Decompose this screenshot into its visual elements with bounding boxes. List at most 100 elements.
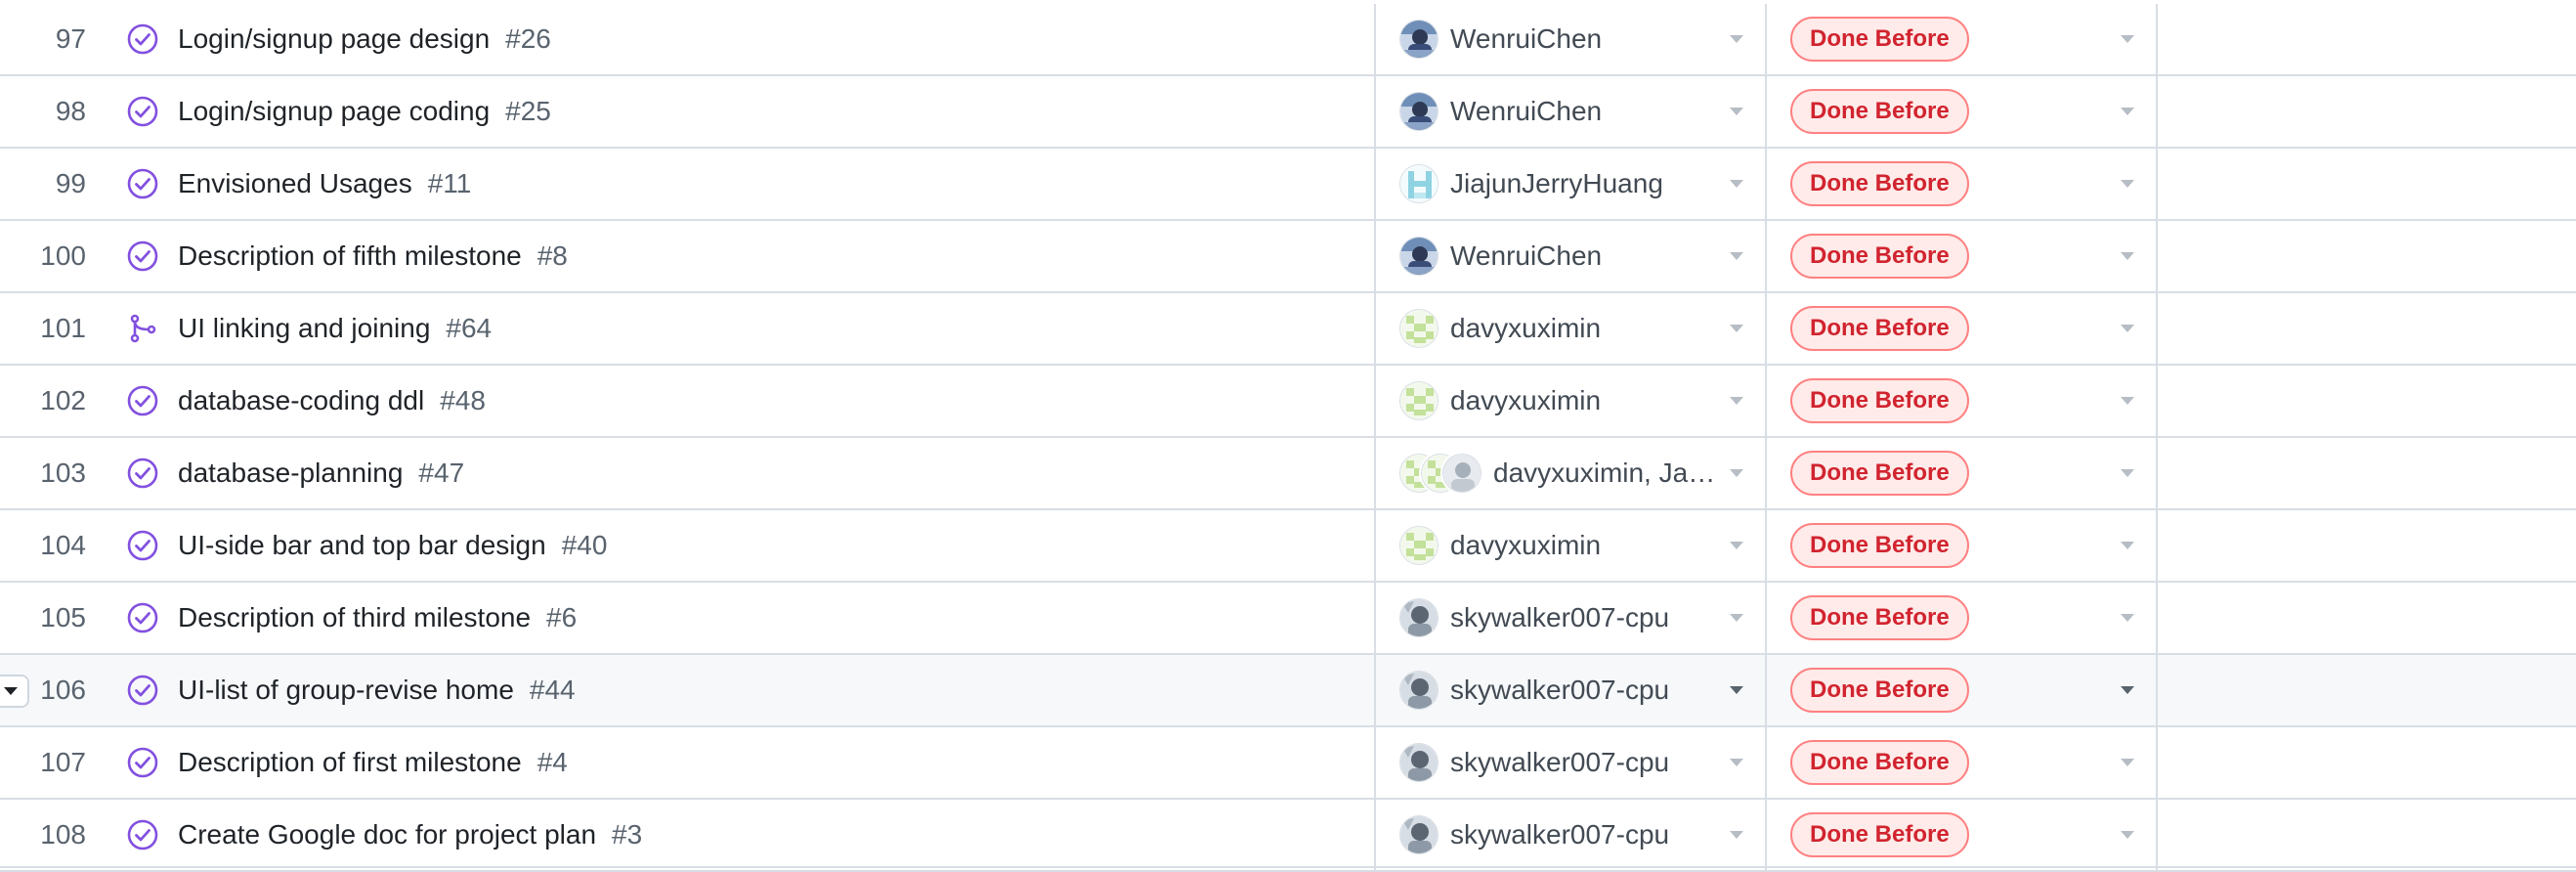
check-circle-icon bbox=[125, 383, 160, 418]
avatar-stack bbox=[1399, 381, 1438, 420]
item-title-link[interactable]: UI linking and joining bbox=[178, 313, 430, 344]
assignees-cell[interactable]: WenruiChen bbox=[1378, 221, 1767, 291]
table-row[interactable]: 97 Login/signup page design #26 WenruiChen D… bbox=[0, 4, 2576, 76]
title-cell[interactable]: Description of first milestone #4 bbox=[107, 727, 1376, 798]
assignees-cell[interactable]: WenruiChen bbox=[1378, 76, 1767, 147]
chevron-down-icon[interactable] bbox=[2121, 180, 2134, 188]
avatar bbox=[1399, 164, 1438, 203]
item-title-link[interactable]: Login/signup page coding bbox=[178, 96, 490, 127]
assignees-cell[interactable]: skywalker007-cpu bbox=[1378, 727, 1767, 798]
table-row[interactable]: 103 database-planning #47 davyxuximin, Jas.… bbox=[0, 438, 2576, 510]
assignee-name: davyxuximin bbox=[1450, 385, 1602, 415]
chevron-down-icon[interactable] bbox=[2121, 831, 2134, 839]
status-cell[interactable]: Done Before bbox=[1769, 438, 2158, 508]
git-merge-icon bbox=[125, 311, 160, 346]
avatar bbox=[1399, 598, 1438, 637]
assignee-name: WenruiChen bbox=[1450, 23, 1603, 54]
chevron-down-icon[interactable] bbox=[2121, 35, 2134, 43]
item-title-link[interactable]: Login/signup page design bbox=[178, 23, 490, 55]
assignees-cell[interactable]: JiajunJerryHuang bbox=[1378, 149, 1767, 219]
assignees-cell[interactable]: davyxuximin, Jas... bbox=[1378, 438, 1767, 508]
chevron-down-icon[interactable] bbox=[1730, 686, 1743, 694]
chevron-down-icon[interactable] bbox=[2121, 614, 2134, 622]
title-cell[interactable]: Description of fifth milestone #8 bbox=[107, 221, 1376, 291]
table-row[interactable]: 108 Create Google doc for project plan #3 s… bbox=[0, 800, 2576, 872]
assignees-cell[interactable]: davyxuximin bbox=[1378, 510, 1767, 581]
chevron-down-icon[interactable] bbox=[1730, 252, 1743, 260]
item-title-link[interactable]: UI-side bar and top bar design bbox=[178, 530, 546, 561]
chevron-down-icon[interactable] bbox=[2121, 759, 2134, 766]
chevron-down-icon[interactable] bbox=[2121, 686, 2134, 694]
status-cell[interactable]: Done Before bbox=[1769, 293, 2158, 364]
item-title-link[interactable]: UI-list of group-revise home bbox=[178, 675, 514, 706]
table-row[interactable]: 106 UI-list of group-revise home #44 skywal… bbox=[0, 655, 2576, 727]
chevron-down-icon[interactable] bbox=[1730, 397, 1743, 405]
status-cell[interactable]: Done Before bbox=[1769, 149, 2158, 219]
item-title-link[interactable]: Envisioned Usages bbox=[178, 168, 412, 199]
title-cell[interactable]: UI-list of group-revise home #44 bbox=[107, 655, 1376, 725]
title-cell[interactable]: Envisioned Usages #11 bbox=[107, 149, 1376, 219]
assignees-cell[interactable]: skywalker007-cpu bbox=[1378, 655, 1767, 725]
title-cell[interactable]: database-coding ddl #48 bbox=[107, 366, 1376, 436]
assignees-cell[interactable]: skywalker007-cpu bbox=[1378, 583, 1767, 653]
status-cell[interactable]: Done Before bbox=[1769, 727, 2158, 798]
status-cell[interactable]: Done Before bbox=[1769, 510, 2158, 581]
table-row[interactable]: 101 UI linking and joining #64 davyxuximin D… bbox=[0, 293, 2576, 366]
table-row[interactable]: 98 Login/signup page coding #25 WenruiChen D… bbox=[0, 76, 2576, 149]
check-circle-icon bbox=[125, 239, 160, 274]
table-row[interactable]: 104 UI-side bar and top bar design #40 davy… bbox=[0, 510, 2576, 583]
table-row[interactable]: 102 database-coding ddl #48 davyxuximin Done… bbox=[0, 366, 2576, 438]
status-cell[interactable]: Done Before bbox=[1769, 366, 2158, 436]
title-cell[interactable]: Login/signup page design #26 bbox=[107, 4, 1376, 74]
item-title-link[interactable]: database-planning bbox=[178, 458, 403, 489]
status-cell[interactable]: Done Before bbox=[1769, 4, 2158, 74]
title-cell[interactable]: Login/signup page coding #25 bbox=[107, 76, 1376, 147]
avatar bbox=[1399, 309, 1438, 348]
title-cell[interactable]: database-planning #47 bbox=[107, 438, 1376, 508]
chevron-down-icon[interactable] bbox=[1730, 542, 1743, 549]
chevron-down-icon[interactable] bbox=[1730, 759, 1743, 766]
table-row[interactable]: 100 Description of fifth milestone #8 Wenru… bbox=[0, 221, 2576, 293]
chevron-down-icon[interactable] bbox=[1730, 108, 1743, 115]
title-cell[interactable]: Create Google doc for project plan #3 bbox=[107, 800, 1376, 870]
item-title-link[interactable]: Description of first milestone bbox=[178, 747, 522, 778]
avatar-stack bbox=[1399, 598, 1438, 637]
chevron-down-icon[interactable] bbox=[2121, 542, 2134, 549]
chevron-down-icon[interactable] bbox=[1730, 180, 1743, 188]
chevron-down-icon[interactable] bbox=[2121, 108, 2134, 115]
table-row[interactable]: 99 Envisioned Usages #11 JiajunJerryHuang Do… bbox=[0, 149, 2576, 221]
table-row[interactable]: 107 Description of first milestone #4 skywa… bbox=[0, 727, 2576, 800]
assignees-cell[interactable]: WenruiChen bbox=[1378, 4, 1767, 74]
assignees-cell[interactable]: davyxuximin bbox=[1378, 366, 1767, 436]
item-title-link[interactable]: database-coding ddl bbox=[178, 385, 424, 416]
row-number: 100 bbox=[40, 240, 86, 271]
status-badge: Done Before bbox=[1790, 812, 1969, 857]
avatar-stack bbox=[1399, 164, 1438, 203]
chevron-down-icon[interactable] bbox=[2121, 325, 2134, 332]
chevron-down-icon[interactable] bbox=[1730, 831, 1743, 839]
title-cell[interactable]: UI linking and joining #64 bbox=[107, 293, 1376, 364]
status-cell[interactable]: Done Before bbox=[1769, 800, 2158, 870]
status-cell[interactable]: Done Before bbox=[1769, 655, 2158, 725]
chevron-down-icon[interactable] bbox=[1730, 325, 1743, 332]
assignees-cell[interactable]: davyxuximin bbox=[1378, 293, 1767, 364]
title-cell[interactable]: UI-side bar and top bar design #40 bbox=[107, 510, 1376, 581]
title-cell[interactable]: Description of third milestone #6 bbox=[107, 583, 1376, 653]
chevron-down-icon[interactable] bbox=[1730, 469, 1743, 477]
status-badge: Done Before bbox=[1790, 161, 1969, 206]
chevron-down-icon[interactable] bbox=[1730, 614, 1743, 622]
item-title-link[interactable]: Description of third milestone bbox=[178, 602, 531, 633]
status-cell[interactable]: Done Before bbox=[1769, 583, 2158, 653]
item-title-link[interactable]: Create Google doc for project plan bbox=[178, 819, 596, 850]
item-title-link[interactable]: Description of fifth milestone bbox=[178, 240, 522, 272]
table-row[interactable]: 105 Description of third milestone #6 skywa… bbox=[0, 583, 2576, 655]
row-number: 105 bbox=[40, 602, 86, 632]
status-cell[interactable]: Done Before bbox=[1769, 76, 2158, 147]
chevron-down-icon[interactable] bbox=[2121, 397, 2134, 405]
check-circle-icon bbox=[125, 456, 160, 491]
chevron-down-icon[interactable] bbox=[1730, 35, 1743, 43]
status-cell[interactable]: Done Before bbox=[1769, 221, 2158, 291]
assignees-cell[interactable]: skywalker007-cpu bbox=[1378, 800, 1767, 870]
chevron-down-icon[interactable] bbox=[2121, 252, 2134, 260]
chevron-down-icon[interactable] bbox=[2121, 469, 2134, 477]
